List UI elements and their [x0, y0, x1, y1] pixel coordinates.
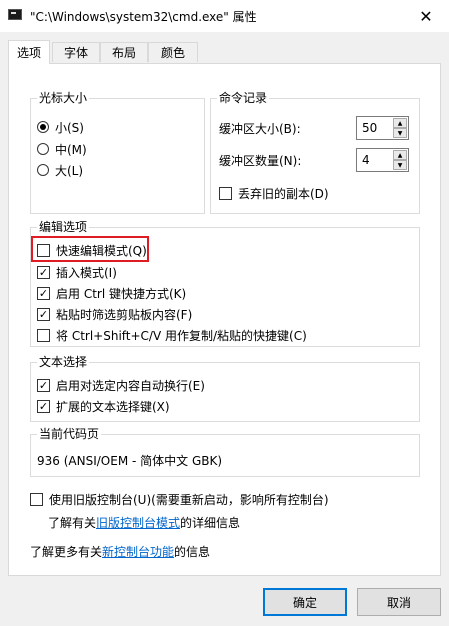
- more-info-text: 了解更多有关 新控制台功能 的信息: [30, 542, 210, 560]
- legacy-console-box[interactable]: [30, 492, 43, 506]
- ctrl-shift-cv-label: 将 Ctrl+Shift+C/V 用作复制/粘贴的快捷键(C): [56, 328, 307, 343]
- radio-large-indicator[interactable]: [37, 164, 49, 176]
- legacy-info-prefix: 了解有关: [48, 515, 97, 530]
- ctrl-shortcuts-box[interactable]: ✓: [37, 286, 50, 300]
- extended-selection-box[interactable]: ✓: [37, 399, 50, 413]
- options-panel: 光标大小 小(S) 中(M) 大(L) 命令记录 缓冲区大小(B): 50 ▲ …: [8, 63, 441, 576]
- radio-small[interactable]: 小(S): [37, 118, 84, 136]
- code-page-title: 当前代码页: [37, 427, 102, 441]
- cursor-size-title: 光标大小: [37, 91, 90, 105]
- radio-medium-label: 中(M): [55, 142, 87, 157]
- radio-large-label: 大(L): [55, 163, 84, 178]
- line-wrap-label: 启用对选定内容自动换行(E): [56, 378, 205, 393]
- legacy-console-label: 使用旧版控制台(U)(需要重新启动，影响所有控制台): [49, 492, 329, 507]
- close-icon[interactable]: ✕: [403, 0, 449, 32]
- discard-label: 丢弃旧的副本(D): [238, 186, 329, 201]
- spin-up-icon[interactable]: ▲: [393, 118, 407, 128]
- ctrl-shortcuts-checkbox[interactable]: ✓ 启用 Ctrl 键快捷方式(K): [37, 284, 186, 302]
- insert-mode-label: 插入模式(I): [56, 265, 117, 280]
- buffer-size-spinner[interactable]: 50 ▲ ▼: [356, 116, 409, 140]
- edit-options-title: 编辑选项: [37, 220, 90, 234]
- window-title: "C:\Windows\system32\cmd.exe" 属性: [30, 10, 257, 24]
- cmd-app-icon: [8, 9, 22, 20]
- more-info-prefix: 了解更多有关: [30, 544, 103, 559]
- code-page-value: 936 (ANSI/OEM - 简体中文 GBK): [37, 453, 223, 468]
- ctrl-shortcuts-label: 启用 Ctrl 键快捷方式(K): [56, 286, 187, 301]
- new-console-features-link[interactable]: 新控制台功能: [102, 543, 174, 560]
- insert-mode-checkbox[interactable]: ✓ 插入模式(I): [37, 263, 117, 281]
- cancel-button[interactable]: 取消: [357, 588, 441, 616]
- filter-paste-box[interactable]: ✓: [37, 307, 50, 321]
- spin-down-icon[interactable]: ▼: [393, 128, 407, 138]
- buffer-count-value[interactable]: 4: [362, 153, 370, 167]
- tab-font[interactable]: 字体: [52, 42, 100, 62]
- radio-small-indicator[interactable]: [37, 121, 49, 133]
- legacy-mode-link[interactable]: 旧版控制台模式: [96, 514, 180, 531]
- radio-large[interactable]: 大(L): [37, 161, 83, 179]
- insert-mode-box[interactable]: ✓: [37, 265, 50, 279]
- filter-paste-checkbox[interactable]: ✓ 粘贴时筛选剪贴板内容(F): [37, 305, 192, 323]
- legacy-info-suffix: 的详细信息: [180, 515, 241, 530]
- spin-down-icon[interactable]: ▼: [393, 160, 407, 170]
- buffer-count-label: 缓冲区数量(N):: [219, 153, 302, 168]
- radio-small-label: 小(S): [55, 120, 84, 135]
- tab-colors[interactable]: 颜色: [148, 42, 198, 62]
- cursor-size-group: 光标大小 小(S) 中(M) 大(L): [30, 91, 205, 214]
- tab-options[interactable]: 选项: [8, 40, 50, 64]
- ctrl-shift-cv-checkbox[interactable]: 将 Ctrl+Shift+C/V 用作复制/粘贴的快捷键(C): [37, 326, 307, 344]
- discard-duplicates-checkbox[interactable]: 丢弃旧的副本(D): [219, 184, 329, 202]
- filter-paste-label: 粘贴时筛选剪贴板内容(F): [56, 307, 193, 322]
- buffer-count-spinner[interactable]: 4 ▲ ▼: [356, 148, 409, 172]
- buffer-size-label: 缓冲区大小(B):: [219, 121, 301, 136]
- ctrl-shift-cv-box[interactable]: [37, 328, 50, 342]
- code-page-group: 当前代码页 936 (ANSI/OEM - 简体中文 GBK): [30, 427, 420, 477]
- more-info-suffix: 的信息: [174, 544, 211, 559]
- line-wrap-box[interactable]: ✓: [37, 378, 50, 392]
- text-selection-title: 文本选择: [37, 355, 90, 369]
- title-bar: "C:\Windows\system32\cmd.exe" 属性 ✕: [0, 0, 449, 32]
- quick-edit-highlight: [31, 236, 149, 262]
- tab-layout[interactable]: 布局: [100, 42, 148, 62]
- radio-medium-indicator[interactable]: [37, 143, 49, 155]
- buffer-size-value[interactable]: 50: [362, 121, 377, 135]
- line-wrap-checkbox[interactable]: ✓ 启用对选定内容自动换行(E): [37, 376, 205, 394]
- spin-up-icon[interactable]: ▲: [393, 150, 407, 160]
- radio-medium[interactable]: 中(M): [37, 140, 87, 158]
- extended-selection-label: 扩展的文本选择键(X): [56, 399, 170, 414]
- text-selection-group: 文本选择 ✓ 启用对选定内容自动换行(E) ✓ 扩展的文本选择键(X): [30, 355, 420, 422]
- ok-button[interactable]: 确定: [263, 588, 347, 616]
- legacy-info-text: 了解有关 旧版控制台模式 的详细信息: [48, 513, 240, 531]
- command-history-title: 命令记录: [217, 91, 270, 105]
- legacy-console-checkbox[interactable]: 使用旧版控制台(U)(需要重新启动，影响所有控制台): [30, 490, 329, 508]
- extended-selection-checkbox[interactable]: ✓ 扩展的文本选择键(X): [37, 397, 170, 415]
- discard-checkbox-box[interactable]: [219, 186, 232, 200]
- command-history-group: 命令记录 缓冲区大小(B): 50 ▲ ▼ 缓冲区数量(N): 4 ▲ ▼ 丢弃…: [210, 91, 420, 214]
